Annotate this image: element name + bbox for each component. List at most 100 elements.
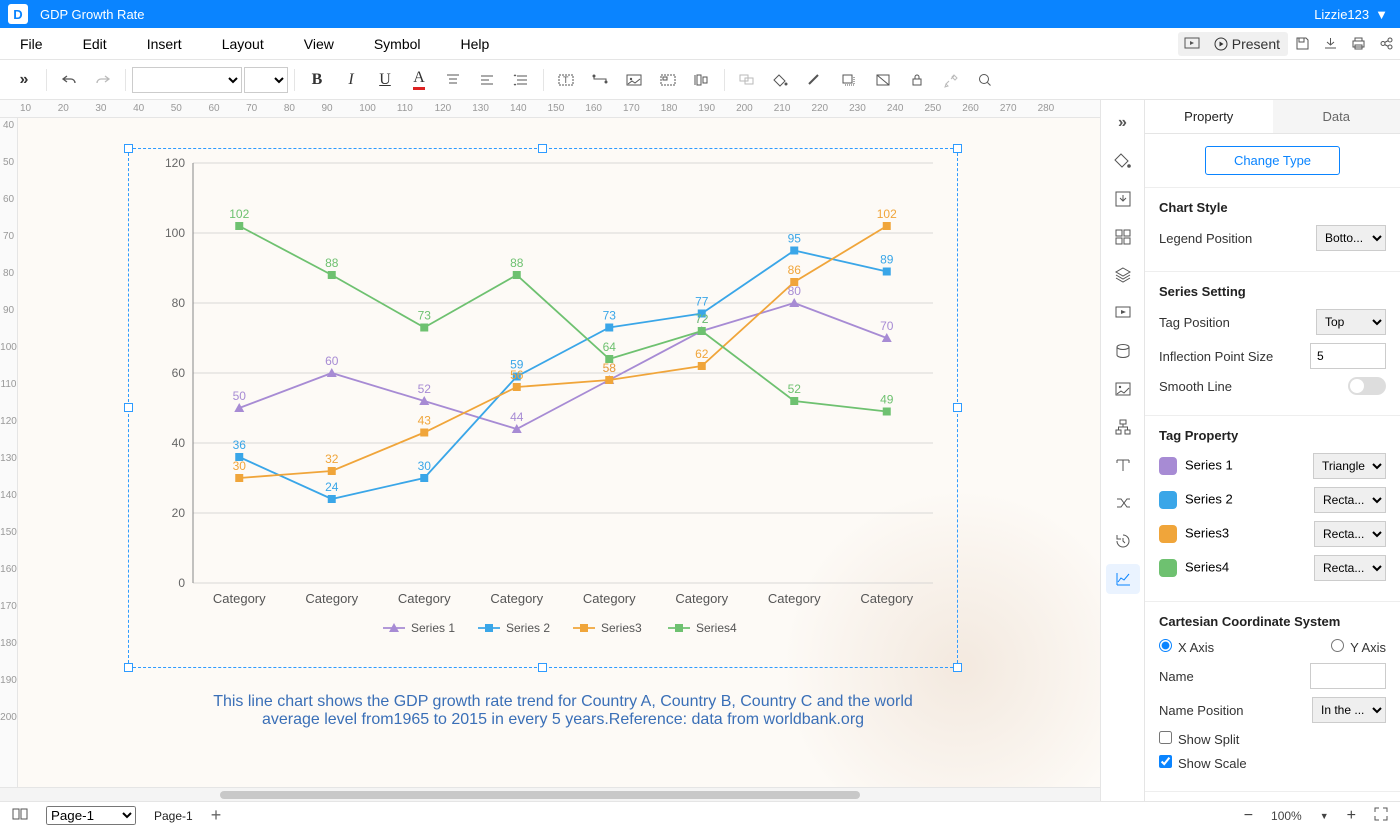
show-split-checkbox[interactable] <box>1159 731 1172 744</box>
collapse-rail-icon[interactable]: » <box>1106 108 1140 138</box>
smooth-line-toggle[interactable] <box>1348 377 1386 395</box>
font-family-select[interactable] <box>132 67 242 93</box>
underline-icon[interactable]: U <box>369 65 401 95</box>
series-shape-select[interactable]: Recta... <box>1314 521 1386 547</box>
save-icon[interactable] <box>1288 32 1316 56</box>
share-icon[interactable] <box>1372 32 1400 56</box>
line-spacing-icon[interactable] <box>505 65 537 95</box>
show-scale-checkbox-label[interactable]: Show Scale <box>1159 755 1247 771</box>
svg-text:20: 20 <box>172 506 186 520</box>
menu-layout[interactable]: Layout <box>202 36 284 52</box>
fullscreen-icon[interactable] <box>1374 807 1388 824</box>
resize-handle[interactable] <box>538 144 547 153</box>
yaxis-radio-label[interactable]: Y Axis <box>1331 639 1386 655</box>
show-scale-checkbox[interactable] <box>1159 755 1172 768</box>
vertical-align-icon[interactable] <box>437 65 469 95</box>
resize-handle[interactable] <box>953 144 962 153</box>
italic-icon[interactable]: I <box>335 65 367 95</box>
shadow-icon[interactable] <box>833 65 865 95</box>
show-split-checkbox-label[interactable]: Show Split <box>1159 731 1239 747</box>
tab-data[interactable]: Data <box>1273 100 1400 133</box>
canvas-area: 1020304050607080901001101201301401501601… <box>0 100 1100 801</box>
pages-icon[interactable] <box>12 807 28 824</box>
line-chart[interactable]: 020406080100120CategoryCategoryCategoryC… <box>133 153 953 663</box>
series-shape-select[interactable]: Recta... <box>1314 487 1386 513</box>
redo-icon[interactable] <box>87 65 119 95</box>
axis-name-input[interactable] <box>1310 663 1386 689</box>
data-tool-icon[interactable] <box>1106 336 1140 366</box>
orgchart-tool-icon[interactable] <box>1106 412 1140 442</box>
menu-view[interactable]: View <box>284 36 354 52</box>
zoom-level[interactable]: 100% <box>1271 809 1302 823</box>
lock-icon[interactable] <box>901 65 933 95</box>
chart-tool-icon[interactable] <box>1106 564 1140 594</box>
resize-handle[interactable] <box>124 403 133 412</box>
menu-help[interactable]: Help <box>441 36 510 52</box>
export-tool-icon[interactable] <box>1106 184 1140 214</box>
zoom-out-icon[interactable]: − <box>1244 807 1253 825</box>
history-tool-icon[interactable] <box>1106 526 1140 556</box>
name-position-select[interactable]: In the ... <box>1312 697 1386 723</box>
current-page-label[interactable]: Page-1 <box>154 809 193 823</box>
grid-tool-icon[interactable] <box>1106 222 1140 252</box>
horizontal-align-icon[interactable] <box>471 65 503 95</box>
series-shape-select[interactable]: Triangle <box>1313 453 1386 479</box>
series-shape-select[interactable]: Recta... <box>1314 555 1386 581</box>
container-icon[interactable] <box>652 65 684 95</box>
resize-handle[interactable] <box>124 663 133 672</box>
menu-edit[interactable]: Edit <box>63 36 127 52</box>
print-icon[interactable] <box>1344 32 1372 56</box>
undo-icon[interactable] <box>53 65 85 95</box>
connector-icon[interactable] <box>584 65 616 95</box>
zoom-in-icon[interactable]: + <box>1347 807 1356 825</box>
svg-text:30: 30 <box>233 459 247 473</box>
font-size-select[interactable] <box>244 67 288 93</box>
resize-handle[interactable] <box>953 403 962 412</box>
resize-handle[interactable] <box>953 663 962 672</box>
legend-position-select[interactable]: Botto... <box>1316 225 1386 251</box>
change-type-button[interactable]: Change Type <box>1205 146 1340 175</box>
group-icon[interactable] <box>731 65 763 95</box>
bold-icon[interactable]: B <box>301 65 333 95</box>
xaxis-radio[interactable] <box>1159 639 1172 652</box>
xaxis-radio-label[interactable]: X Axis <box>1159 639 1214 655</box>
font-color-icon[interactable]: A <box>403 65 435 95</box>
download-icon[interactable] <box>1316 32 1344 56</box>
text-tool-icon[interactable] <box>1106 450 1140 480</box>
caption-text[interactable]: This line chart shows the GDP growth rat… <box>193 693 933 729</box>
shuffle-tool-icon[interactable] <box>1106 488 1140 518</box>
canvas[interactable]: 020406080100120CategoryCategoryCategoryC… <box>18 118 1100 787</box>
line-style-icon[interactable] <box>799 65 831 95</box>
menu-symbol[interactable]: Symbol <box>354 36 441 52</box>
tag-position-label: Tag Position <box>1159 315 1230 330</box>
add-page-icon[interactable]: + <box>211 805 222 826</box>
chevrons-right-icon[interactable]: » <box>8 65 40 95</box>
image-tool-icon[interactable] <box>1106 374 1140 404</box>
theme-icon[interactable] <box>867 65 899 95</box>
fill-tool-icon[interactable] <box>1106 146 1140 176</box>
user-menu[interactable]: Lizzie123 ▼ <box>1314 7 1400 22</box>
tag-position-select[interactable]: Top <box>1316 309 1386 335</box>
menu-insert[interactable]: Insert <box>127 36 202 52</box>
fill-icon[interactable] <box>765 65 797 95</box>
resize-handle[interactable] <box>124 144 133 153</box>
search-icon[interactable] <box>969 65 1001 95</box>
tools-icon[interactable] <box>935 65 967 95</box>
image-icon[interactable] <box>618 65 650 95</box>
layers-tool-icon[interactable] <box>1106 260 1140 290</box>
present-button[interactable]: Present <box>1206 32 1288 56</box>
series-name: Series4 <box>1185 559 1229 574</box>
slideshow-icon[interactable] <box>1178 32 1206 56</box>
series-row: Series3 Recta... <box>1159 521 1386 547</box>
inflection-size-input[interactable] <box>1310 343 1386 369</box>
resize-handle[interactable] <box>538 663 547 672</box>
page-select[interactable]: Page-1 <box>46 806 136 825</box>
zoom-dropdown-icon[interactable]: ▼ <box>1320 811 1329 821</box>
tab-property[interactable]: Property <box>1145 100 1273 133</box>
textbox-icon[interactable]: T <box>550 65 582 95</box>
align-objects-icon[interactable] <box>686 65 718 95</box>
yaxis-radio[interactable] <box>1331 639 1344 652</box>
h-scrollbar[interactable] <box>0 787 1100 801</box>
menu-file[interactable]: File <box>0 36 63 52</box>
present-tool-icon[interactable] <box>1106 298 1140 328</box>
